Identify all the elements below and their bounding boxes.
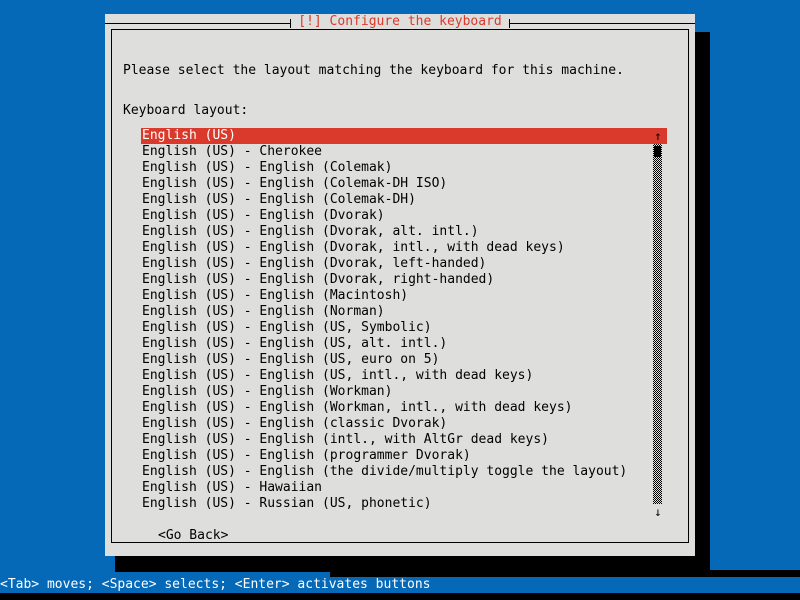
status-bar-hint-text: <Tab> moves; <Space> selects; <Enter> ac…: [0, 577, 435, 593]
status-bar-top-filler: [330, 570, 800, 577]
list-scrollbar[interactable]: ↑ ↓: [650, 128, 666, 520]
list-item[interactable]: English (US) - Hawaiian: [141, 480, 667, 496]
list-item[interactable]: English (US) - English (Colemak-DH ISO): [141, 176, 667, 192]
scrollbar-thumb[interactable]: [654, 146, 661, 157]
list-item[interactable]: English (US) - English (Workman): [141, 384, 667, 400]
list-item[interactable]: English (US) - English (Macintosh): [141, 288, 667, 304]
list-item[interactable]: English (US) - Russian (US, phonetic): [141, 496, 667, 512]
list-item[interactable]: English (US) - English (intl., with AltG…: [141, 432, 667, 448]
list-item[interactable]: English (US) - English (Colemak): [141, 160, 667, 176]
dialog-title: [!] Configure the keyboard: [298, 14, 502, 29]
go-back-button[interactable]: <Go Back>: [158, 528, 228, 544]
list-item[interactable]: English (US) - English (US, intl., with …: [141, 368, 667, 384]
list-item[interactable]: English (US) - English (US, euro on 5): [141, 352, 667, 368]
list-item[interactable]: English (US) - English (Dvorak): [141, 208, 667, 224]
list-item[interactable]: English (US) - Cherokee: [141, 144, 667, 160]
keyboard-layout-list[interactable]: English (US) English (US) - Cherokee Engli…: [141, 128, 667, 512]
list-item[interactable]: English (US) - English (classic Dvorak): [141, 416, 667, 432]
scroll-up-arrow-icon[interactable]: ↑: [650, 128, 666, 144]
scroll-down-arrow-icon[interactable]: ↓: [650, 504, 666, 520]
list-item[interactable]: English (US) - English (Dvorak, intl., w…: [141, 240, 667, 256]
list-item[interactable]: English (US) - English (US, alt. intl.): [141, 336, 667, 352]
list-item[interactable]: English (US) - English (US, Symbolic): [141, 320, 667, 336]
list-item[interactable]: English (US): [141, 128, 667, 144]
installer-screen: [!] Configure the keyboard Please select…: [0, 0, 800, 600]
list-item[interactable]: English (US) - English (Norman): [141, 304, 667, 320]
dialog-content-panel: Please select the layout matching the ke…: [111, 29, 689, 543]
prompt-text: Please select the layout matching the ke…: [123, 63, 624, 78]
list-item[interactable]: English (US) - English (the divide/multi…: [141, 464, 667, 480]
list-item[interactable]: English (US) - English (programmer Dvora…: [141, 448, 667, 464]
dialog-button-row: <Go Back>: [158, 528, 228, 544]
list-item[interactable]: English (US) - English (Dvorak, alt. int…: [141, 224, 667, 240]
list-item[interactable]: English (US) - English (Dvorak, left-han…: [141, 256, 667, 272]
keyboard-layout-label: Keyboard layout:: [123, 103, 249, 118]
status-bar: <Tab> moves; <Space> selects; <Enter> ac…: [0, 570, 800, 600]
dialog-titlebar: [!] Configure the keyboard: [105, 14, 695, 30]
list-item[interactable]: English (US) - English (Workman, intl., …: [141, 400, 667, 416]
titlebar-rule-right: [508, 18, 695, 28]
titlebar-rule-left: [105, 18, 292, 28]
list-item[interactable]: English (US) - English (Colemak-DH): [141, 192, 667, 208]
list-item[interactable]: English (US) - English (Dvorak, right-ha…: [141, 272, 667, 288]
scrollbar-track[interactable]: [653, 144, 662, 504]
configure-keyboard-dialog: [!] Configure the keyboard Please select…: [105, 14, 695, 556]
status-bar-bottom-filler: [0, 593, 800, 600]
